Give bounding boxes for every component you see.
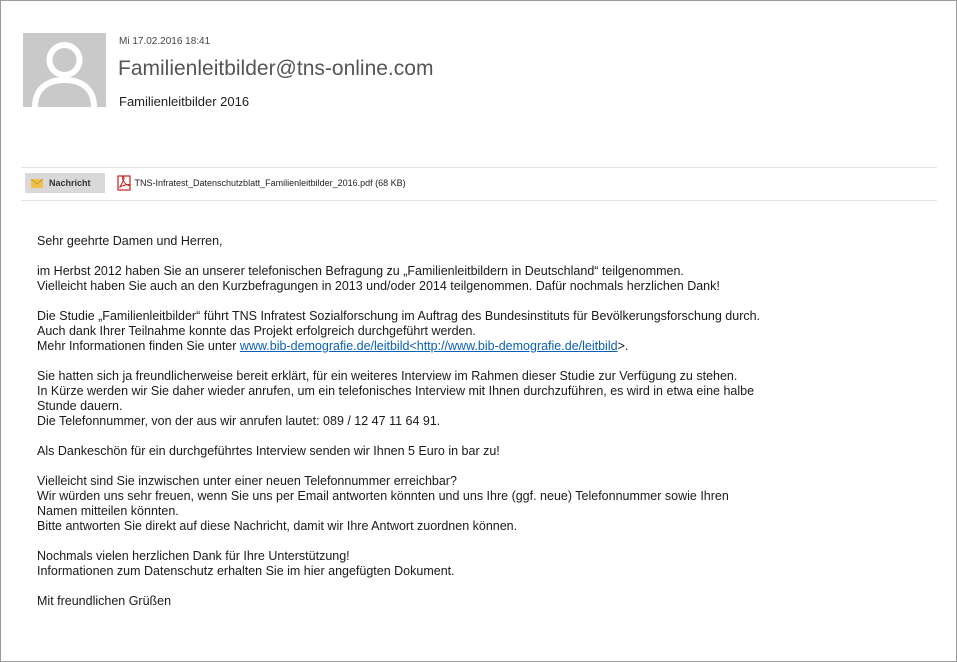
study-link-full[interactable]: <http://www.bib-demografie.de/leitbild [409, 339, 617, 353]
paragraph-participation: im Herbst 2012 haben Sie an unserer tele… [37, 264, 720, 293]
sender-avatar [23, 33, 106, 107]
pdf-icon [116, 175, 131, 191]
envelope-icon [31, 178, 43, 188]
email-body: Sehr geehrte Damen und Herren, im Herbst… [37, 234, 937, 624]
attachment-divider [21, 200, 937, 201]
study-link[interactable]: www.bib-demografie.de/leitbild [240, 339, 410, 353]
pdf-attachment[interactable]: TNS-Infratest_Datenschutzblatt_Familienl… [116, 175, 406, 191]
sent-date: Mi 17.02.2016 18:41 [119, 36, 211, 47]
message-tab[interactable]: Nachricht [25, 173, 105, 193]
person-silhouette-icon [23, 33, 106, 107]
paragraph-interview: Sie hatten sich ja freundlicherweise ber… [37, 369, 937, 429]
sender-address[interactable]: Familienleitbilder@tns-online.com [118, 57, 433, 81]
header-divider [21, 167, 937, 168]
pdf-attachment-label: TNS-Infratest_Datenschutzblatt_Familienl… [134, 178, 406, 188]
info-line: Mehr Informationen finden Sie unter www.… [37, 339, 629, 353]
closing: Mit freundlichen Grüßen [37, 594, 172, 608]
email-subject: Familienleitbilder 2016 [119, 94, 250, 109]
email-window: Mi 17.02.2016 18:41 Familienleitbilder@t… [0, 0, 957, 662]
paragraph-reply-request: Vielleicht sind Sie inzwischen unter ein… [37, 474, 729, 533]
paragraph-thanks: Nochmals vielen herzlichen Dank für Ihre… [37, 549, 455, 578]
greeting: Sehr geehrte Damen und Herren, [37, 234, 223, 248]
message-tab-label: Nachricht [49, 178, 91, 188]
paragraph-incentive: Als Dankeschön für ein durchgeführtes In… [37, 444, 500, 458]
attachment-bar: Nachricht TNS-Infratest_Datenschutzblatt… [25, 173, 406, 193]
paragraph-study: Die Studie „Familienleitbilder“ führt TN… [37, 309, 937, 354]
phone-number-line: Die Telefonnummer, von der aus wir anruf… [37, 414, 441, 428]
